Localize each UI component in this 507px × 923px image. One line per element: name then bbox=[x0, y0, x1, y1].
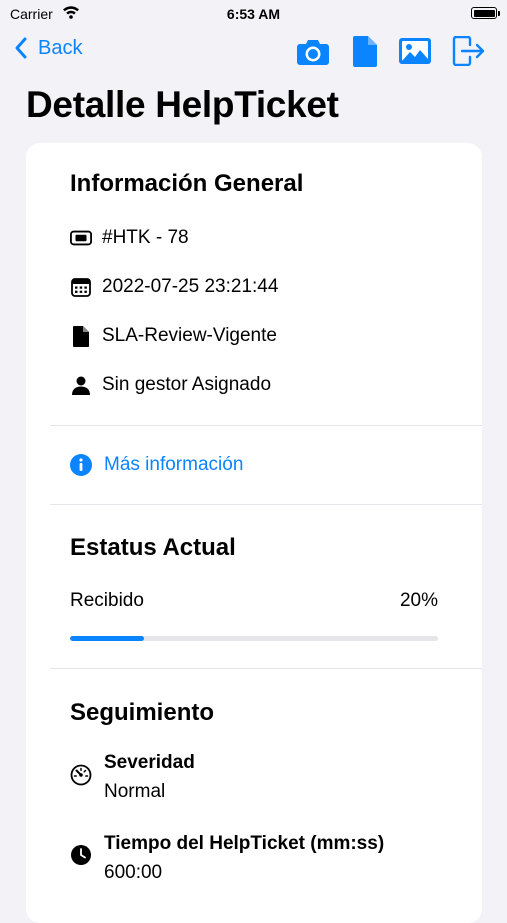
document-icon bbox=[353, 36, 377, 67]
ticket-id-row: #HTK - 78 bbox=[70, 227, 189, 249]
tracking-title: Seguimiento bbox=[70, 699, 215, 726]
back-button[interactable]: Back bbox=[14, 36, 82, 60]
clock-icon bbox=[70, 833, 92, 884]
info-icon bbox=[70, 454, 92, 476]
status-label: Recibido bbox=[70, 590, 144, 611]
date-row: 2022-07-25 23:21:44 bbox=[70, 276, 278, 298]
ticket-icon bbox=[70, 230, 92, 246]
severity-label: Severidad bbox=[104, 752, 195, 773]
ticket-time-value: 600:00 bbox=[104, 862, 163, 883]
divider bbox=[50, 504, 482, 505]
ticket-detail-card: Información General #HTK - 78 2022-07-25… bbox=[26, 143, 482, 923]
progress-fill bbox=[70, 636, 144, 641]
navigation-bar: Back bbox=[0, 32, 507, 72]
divider bbox=[50, 668, 482, 669]
more-info-link[interactable]: Más información bbox=[70, 454, 243, 476]
status-time: 6:53 AM bbox=[226, 6, 281, 22]
status-percent: 20% bbox=[399, 590, 438, 611]
sla-name: SLA-Review-Vigente bbox=[102, 325, 277, 346]
chevron-left-icon bbox=[15, 37, 27, 59]
ticket-time-label: Tiempo del HelpTicket (mm:ss) bbox=[104, 833, 385, 854]
status-title: Estatus Actual bbox=[70, 534, 236, 561]
camera-icon bbox=[297, 40, 329, 65]
speedometer-icon bbox=[70, 752, 92, 803]
photo-icon bbox=[399, 38, 431, 64]
severity-value: Normal bbox=[104, 781, 166, 802]
sla-row: SLA-Review-Vigente bbox=[70, 325, 277, 347]
person-icon bbox=[70, 376, 92, 395]
more-info-label: Más información bbox=[104, 454, 244, 475]
battery-icon bbox=[471, 7, 497, 19]
back-label: Back bbox=[38, 36, 83, 59]
logout-icon bbox=[452, 35, 485, 67]
logout-button[interactable] bbox=[452, 35, 486, 71]
document-button[interactable] bbox=[353, 36, 377, 72]
document-icon bbox=[70, 325, 92, 347]
ticket-id: #HTK - 78 bbox=[102, 227, 189, 248]
severity-item: Severidad Normal bbox=[70, 752, 195, 803]
manager-row: Sin gestor Asignado bbox=[70, 374, 271, 396]
calendar-icon bbox=[70, 277, 92, 297]
camera-button[interactable] bbox=[296, 38, 330, 71]
status-progress-bar bbox=[70, 636, 438, 641]
ticket-date: 2022-07-25 23:21:44 bbox=[102, 276, 279, 297]
divider bbox=[50, 425, 482, 426]
status-bar: Carrier 6:53 AM bbox=[0, 0, 507, 30]
photo-button[interactable] bbox=[399, 38, 431, 69]
page-title: Detalle HelpTicket bbox=[26, 84, 339, 125]
ticket-time-item: Tiempo del HelpTicket (mm:ss) 600:00 bbox=[70, 833, 384, 884]
battery-tip bbox=[498, 11, 500, 16]
manager-name: Sin gestor Asignado bbox=[102, 374, 272, 395]
general-info-title: Información General bbox=[70, 170, 304, 197]
